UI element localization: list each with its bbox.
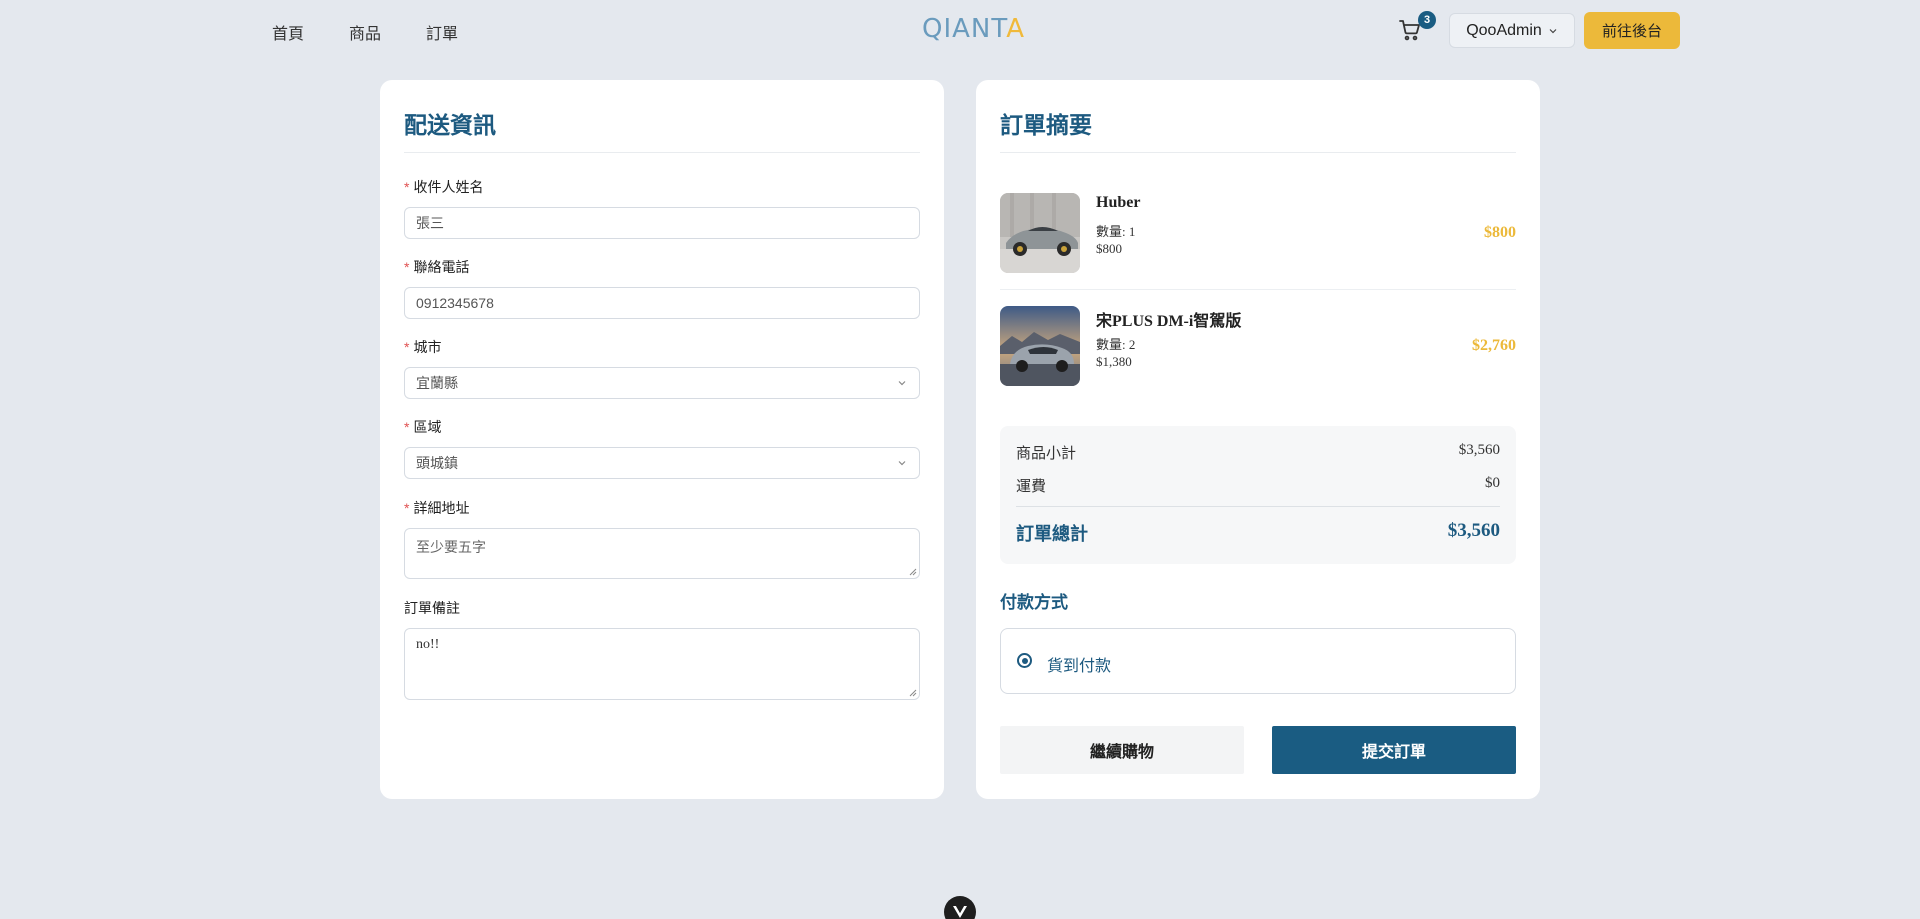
select-value: 宜蘭縣 bbox=[416, 375, 458, 391]
main-nav: 首頁 商品 訂單 bbox=[272, 20, 458, 44]
address-textarea[interactable]: 至少要五字 bbox=[404, 528, 920, 579]
chevron-down-icon bbox=[1549, 28, 1557, 33]
resize-grip-icon[interactable] bbox=[909, 689, 917, 697]
required-mark: * bbox=[404, 500, 410, 516]
continue-shopping-button[interactable]: 繼續購物 bbox=[1000, 726, 1244, 774]
summary-divider bbox=[1016, 506, 1500, 507]
textarea-placeholder: 至少要五字 bbox=[416, 539, 486, 555]
label-text: 城市 bbox=[413, 339, 442, 355]
label-text: 訂單備註 bbox=[404, 600, 460, 616]
city-label: * 城市 bbox=[404, 337, 441, 357]
item-name: 宋PLUS DM-i智駕版 bbox=[1096, 313, 1242, 330]
item-unit-price: $1,380 bbox=[1096, 354, 1132, 369]
top-header: 首頁 商品 訂單 QIANTA 3 QooAdmin 前往後台 bbox=[0, 0, 1920, 62]
label-text: 區域 bbox=[413, 419, 442, 435]
order-note-textarea[interactable]: no!! bbox=[404, 628, 920, 700]
payment-option-cod[interactable]: 貨到付款 bbox=[1000, 628, 1516, 694]
address-label: * 詳細地址 bbox=[404, 498, 469, 518]
go-to-admin-button[interactable]: 前往後台 bbox=[1584, 12, 1680, 49]
item-name: Huber bbox=[1096, 194, 1141, 211]
district-select[interactable]: 頭城鎮 bbox=[404, 447, 920, 479]
phone-label: * 聯絡電話 bbox=[404, 257, 469, 277]
select-value: 頭城鎮 bbox=[416, 455, 458, 471]
vue-devtools-icon bbox=[953, 906, 967, 918]
user-dropdown[interactable]: QooAdmin bbox=[1449, 13, 1575, 48]
payment-method-title: 付款方式 bbox=[1000, 593, 1068, 612]
recipient-name-input[interactable]: 張三 bbox=[404, 207, 920, 239]
radio-selected-icon[interactable] bbox=[1017, 653, 1032, 668]
order-total-value: $3,560 bbox=[1447, 520, 1500, 541]
subtotal-value: $3,560 bbox=[1458, 442, 1500, 458]
shipping-fee-row: 運費 $0 bbox=[1016, 475, 1500, 496]
subtotal-label: 商品小計 bbox=[1016, 445, 1077, 462]
textarea-value: no!! bbox=[416, 637, 440, 652]
divider bbox=[1000, 152, 1516, 153]
order-total-row: 訂單總計 $3,560 bbox=[1016, 520, 1500, 546]
logo-text: QIANT bbox=[922, 14, 1007, 44]
required-mark: * bbox=[404, 339, 410, 355]
shipping-fee-label: 運費 bbox=[1016, 478, 1047, 495]
order-note-label: 訂單備註 bbox=[404, 598, 460, 618]
cart-count-badge: 3 bbox=[1418, 11, 1436, 29]
city-select[interactable]: 宜蘭縣 bbox=[404, 367, 920, 399]
chevron-down-icon bbox=[898, 381, 906, 386]
item-unit-price: $800 bbox=[1096, 241, 1122, 256]
district-label: * 區域 bbox=[404, 417, 441, 437]
nav-orders[interactable]: 訂單 bbox=[426, 20, 458, 44]
logo-accent: A bbox=[1006, 14, 1026, 44]
required-mark: * bbox=[404, 259, 410, 275]
price-summary: 商品小計 $3,560 運費 $0 訂單總計 $3,560 bbox=[1000, 426, 1516, 564]
recipient-name-label: * 收件人姓名 bbox=[404, 177, 483, 197]
item-quantity: 數量: 2 bbox=[1096, 337, 1136, 352]
item-total-price: $2,760 bbox=[1472, 337, 1516, 354]
item-quantity: 數量: 1 bbox=[1096, 224, 1136, 239]
user-name: QooAdmin bbox=[1466, 21, 1542, 39]
nav-products[interactable]: 商品 bbox=[349, 20, 381, 44]
chevron-down-icon bbox=[898, 461, 906, 466]
submit-order-button[interactable]: 提交訂單 bbox=[1272, 726, 1516, 774]
input-value: 0912345678 bbox=[416, 295, 494, 311]
resize-grip-icon[interactable] bbox=[909, 568, 917, 576]
input-value: 張三 bbox=[416, 215, 444, 231]
nav-home[interactable]: 首頁 bbox=[272, 20, 304, 44]
label-text: 收件人姓名 bbox=[413, 179, 484, 195]
shipping-info-title: 配送資訊 bbox=[404, 112, 496, 138]
item-divider bbox=[1000, 289, 1516, 290]
required-mark: * bbox=[404, 419, 410, 435]
label-text: 聯絡電話 bbox=[413, 259, 470, 275]
divider bbox=[404, 152, 920, 153]
order-total-label: 訂單總計 bbox=[1016, 524, 1088, 544]
shipping-info-card: 配送資訊 * 收件人姓名 張三 * 聯絡電話 0912345678 * 城市 宜蘭縣 … bbox=[380, 80, 944, 799]
phone-input[interactable]: 0912345678 bbox=[404, 287, 920, 319]
required-mark: * bbox=[404, 179, 410, 195]
order-summary-title: 訂單摘要 bbox=[1000, 112, 1092, 138]
order-summary-card: 訂單摘要 Huber 數量: 1 $800 $800 宋PLUS DM-i智駕版… bbox=[976, 80, 1540, 799]
payment-option-label: 貨到付款 bbox=[1047, 658, 1112, 675]
shipping-fee-value: $0 bbox=[1485, 475, 1500, 491]
site-logo[interactable]: QIANTA bbox=[922, 14, 1025, 44]
product-thumbnail bbox=[1000, 306, 1080, 386]
subtotal-row: 商品小計 $3,560 bbox=[1016, 442, 1500, 463]
item-total-price: $800 bbox=[1484, 224, 1516, 241]
order-item: 宋PLUS DM-i智駕版 數量: 2 $1,380 $2,760 bbox=[1000, 306, 1516, 388]
vue-devtools-button[interactable] bbox=[944, 896, 976, 919]
product-thumbnail bbox=[1000, 193, 1080, 273]
label-text: 詳細地址 bbox=[413, 500, 470, 516]
order-item: Huber 數量: 1 $800 $800 bbox=[1000, 193, 1516, 275]
